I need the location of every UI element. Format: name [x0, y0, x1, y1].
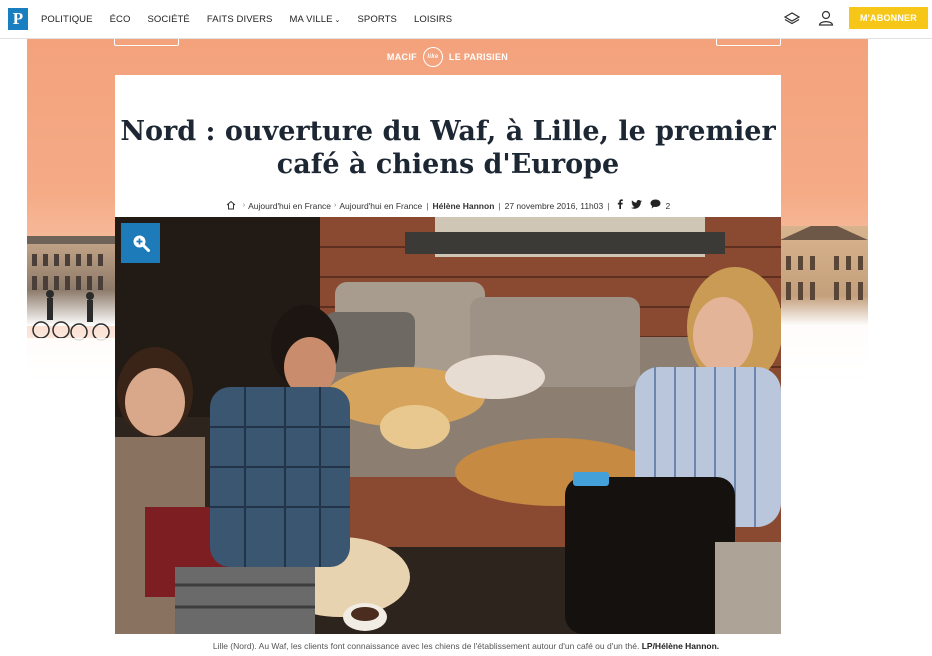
sponsor-badge: like [422, 47, 443, 67]
divider: | [426, 200, 429, 211]
sponsor-name: MACIF [386, 52, 417, 62]
user-icon[interactable] [815, 7, 837, 29]
cafe-photo-illustration [115, 217, 781, 634]
subscribe-button[interactable]: M'ABONNER [849, 7, 928, 29]
sponsor-partner: LE PARISIEN [448, 52, 509, 62]
article-title-line1: Nord : ouverture du Waf, à Lille, le pre… [120, 116, 776, 147]
le-parisien-logo[interactable]: P [8, 8, 28, 30]
nav-actions: M'ABONNER [781, 7, 928, 29]
home-icon[interactable] [226, 200, 236, 212]
article-header: Nord : ouverture du Waf, à Lille, le pre… [115, 75, 781, 217]
divider: | [498, 200, 501, 211]
nav-item-eco[interactable]: ÉCO [110, 14, 131, 25]
article-date: 27 novembre 2016, 11h03 [504, 200, 604, 211]
top-navigation: P POLITIQUE ÉCO SOCIÉTÉ FAITS DIVERS MA … [0, 0, 932, 39]
photo-credit: LP/Hélène Hannon. [641, 641, 720, 651]
twitter-icon[interactable] [631, 199, 643, 212]
divider: | [607, 200, 610, 211]
article-photo[interactable] [115, 217, 781, 634]
article-title-line2: café à chiens d'Europe [276, 149, 620, 180]
photo-caption-text: Lille (Nord). Au Waf, les clients font c… [212, 641, 640, 651]
zoom-button[interactable] [121, 223, 160, 263]
breadcrumb-separator-icon: › [334, 202, 337, 209]
facebook-icon[interactable] [617, 199, 624, 212]
breadcrumb-separator-icon: › [242, 202, 246, 209]
breadcrumb-item-1[interactable]: Aujourd'hui en France [248, 201, 331, 211]
zoom-in-icon [133, 235, 150, 252]
right-city-illustration [780, 226, 868, 376]
left-city-illustration [27, 236, 115, 376]
comment-count[interactable]: 2 [665, 201, 670, 211]
breadcrumb-item-2[interactable]: Aujourd'hui en France [339, 201, 422, 211]
nav-item-ma-ville[interactable]: MA VILLE ⌄ [289, 14, 340, 25]
article-author[interactable]: Hélène Hannon [433, 201, 495, 211]
nav-item-sports[interactable]: SPORTS [358, 14, 398, 25]
photo-caption: Lille (Nord). Au Waf, les clients font c… [0, 641, 932, 651]
comment-icon[interactable] [650, 199, 661, 212]
nav-item-faits-divers[interactable]: FAITS DIVERS [207, 14, 273, 25]
sponsor-banner[interactable]: MACIF like LE PARISIEN [27, 39, 868, 75]
nav-menu: POLITIQUE ÉCO SOCIÉTÉ FAITS DIVERS MA VI… [41, 14, 469, 25]
article-title: Nord : ouverture du Waf, à Lille, le pre… [115, 115, 781, 181]
article-meta: › Aujourd'hui en France › Aujourd'hui en… [115, 199, 781, 212]
nav-item-ma-ville-label: MA VILLE [289, 13, 333, 25]
chevron-down-icon: ⌄ [334, 16, 341, 24]
newspaper-icon[interactable] [781, 7, 803, 29]
nav-item-politique[interactable]: POLITIQUE [41, 14, 93, 25]
nav-item-loisirs[interactable]: LOISIRS [414, 14, 452, 25]
nav-item-societe[interactable]: SOCIÉTÉ [147, 14, 189, 25]
